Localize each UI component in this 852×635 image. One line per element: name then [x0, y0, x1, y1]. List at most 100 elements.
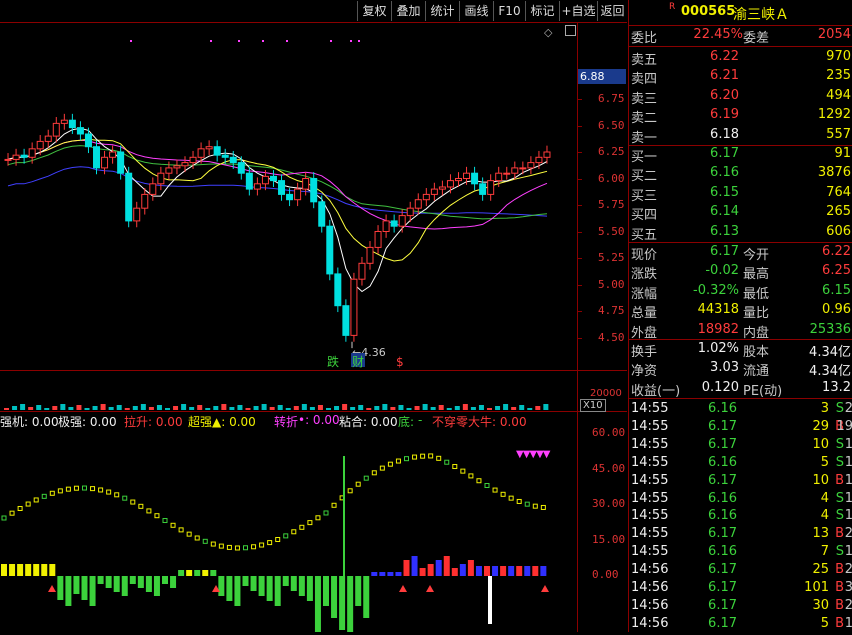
- signal-dot: [130, 40, 132, 42]
- toolbar-button-3[interactable]: 画线: [459, 1, 493, 21]
- indicator-point: [138, 503, 144, 509]
- indicator-bar: [516, 566, 523, 576]
- tick-row: 14:55 6.16 5 S 1: [629, 455, 852, 474]
- toolbar-button-5[interactable]: 标记: [525, 1, 559, 21]
- toolbar-button-6[interactable]: +自选: [559, 1, 597, 21]
- candle-body: [237, 162, 245, 174]
- volume-bar: [116, 405, 122, 410]
- candle-body: [511, 167, 519, 174]
- toolbar-button-4[interactable]: F10: [493, 1, 525, 21]
- indicator-bar: [73, 576, 80, 594]
- stat-label: 涨跌: [631, 267, 658, 283]
- tick-volume: 7: [820, 544, 829, 560]
- tick-time: 14:56: [631, 580, 669, 595]
- fundamental-row: 净资 3.03 流通 4.34亿: [629, 360, 852, 379]
- ask-price: 6.20: [710, 87, 739, 103]
- tick-count: 1: [844, 490, 852, 506]
- price-tick-label: 6.50: [598, 118, 625, 132]
- stock-name: 渝三峡Ａ: [733, 7, 789, 23]
- toolbar-button-7[interactable]: 返回: [597, 1, 627, 21]
- stat-label: 外盘: [631, 325, 658, 341]
- volume-bar: [189, 407, 195, 410]
- signal-dot: [358, 40, 360, 42]
- event-tag[interactable]: 财: [352, 355, 364, 369]
- candle-body: [36, 140, 44, 150]
- indicator-point: [130, 499, 136, 505]
- volume-bar: [326, 408, 331, 410]
- stat-value: 6.15: [822, 282, 851, 298]
- tick-side: S: [835, 454, 844, 470]
- indicator-bar: [419, 568, 426, 576]
- indicator-point: [73, 485, 79, 491]
- toolbar-button-2[interactable]: 统计: [425, 1, 459, 21]
- event-tag[interactable]: 跌: [327, 354, 339, 369]
- signal-dot: [330, 40, 332, 42]
- tick-side: S: [835, 508, 844, 524]
- indicator-point: [226, 544, 232, 550]
- tick-count: 1: [844, 615, 852, 631]
- indicator-point: [283, 533, 289, 539]
- stock-header: R 000565 渝三峡Ａ: [629, 2, 852, 23]
- candle-body: [527, 162, 535, 169]
- candle-body: [269, 175, 277, 182]
- candle-body: [414, 199, 422, 209]
- candle-body: [454, 178, 462, 182]
- volume-bar: [470, 407, 476, 410]
- stat-value: 44318: [697, 302, 739, 318]
- up-triangle-icon: [48, 585, 56, 592]
- candle-body: [93, 146, 101, 169]
- stat-label: 量比: [743, 306, 770, 322]
- ask-label: 卖二: [631, 111, 658, 127]
- stat-label: 现价: [631, 248, 658, 263]
- indicator-bar: [121, 576, 128, 596]
- indicator-point: [291, 529, 297, 535]
- volume-bar: [124, 408, 130, 410]
- indicator-point: [33, 497, 39, 503]
- indicator-bar: [403, 560, 410, 576]
- quote-panel: R 000565 渝三峡Ａ 委比 22.45% 委差 2054 卖五 6.22 97…: [628, 0, 852, 632]
- indicator-point: [106, 489, 112, 495]
- signal-dot: [286, 40, 288, 42]
- toolbar-button-0[interactable]: 复权: [357, 1, 391, 21]
- candle-body: [382, 220, 390, 232]
- diamond-icon[interactable]: ◇: [544, 26, 552, 39]
- stat-label: 最高: [743, 267, 770, 283]
- volume-bar: [221, 404, 227, 410]
- stat-label: 今开: [743, 248, 770, 263]
- stat-value: 25336: [809, 321, 851, 337]
- candle-body: [326, 225, 334, 275]
- indicator-tick-label: 30.00: [592, 497, 626, 510]
- tick-row: 14:56 6.17 101 B 3: [629, 580, 852, 599]
- signal-dot: [238, 40, 240, 42]
- volume-bar: [301, 404, 307, 410]
- candle-body: [398, 215, 406, 227]
- volume-axis-label: 20000: [590, 388, 622, 399]
- tick-side: B: [835, 562, 844, 578]
- volume-bar: [20, 404, 26, 410]
- candle-body: [390, 220, 398, 227]
- weibi-label: 委比: [631, 31, 658, 46]
- indicator-point: [444, 459, 450, 465]
- tick-volume: 25: [812, 562, 829, 578]
- candle-body: [12, 154, 20, 160]
- candle-body: [479, 183, 487, 195]
- event-tag[interactable]: $: [396, 355, 404, 369]
- tick-price: 6.16: [708, 490, 737, 506]
- signal-dot: [210, 40, 212, 42]
- candlestick-chart[interactable]: ←4.36跌财 $: [0, 23, 577, 370]
- candle-body: [229, 156, 237, 164]
- candle-body: [245, 172, 253, 190]
- volume-bar: [342, 404, 348, 410]
- tick-volume: 10: [812, 436, 829, 452]
- tick-time: 14:56: [631, 615, 669, 631]
- tick-count: 2: [844, 526, 852, 542]
- volume-bar: [76, 405, 82, 410]
- indicator-bar: [379, 572, 386, 576]
- window-toggle-icon[interactable]: [565, 25, 576, 36]
- ask-row: 卖三 6.20 494: [629, 88, 852, 107]
- indicator-chart[interactable]: [0, 412, 577, 632]
- indicator-point: [331, 502, 337, 508]
- indicator-point: [1, 515, 7, 521]
- candle-body: [286, 193, 294, 201]
- toolbar-button-1[interactable]: 叠加: [391, 1, 425, 21]
